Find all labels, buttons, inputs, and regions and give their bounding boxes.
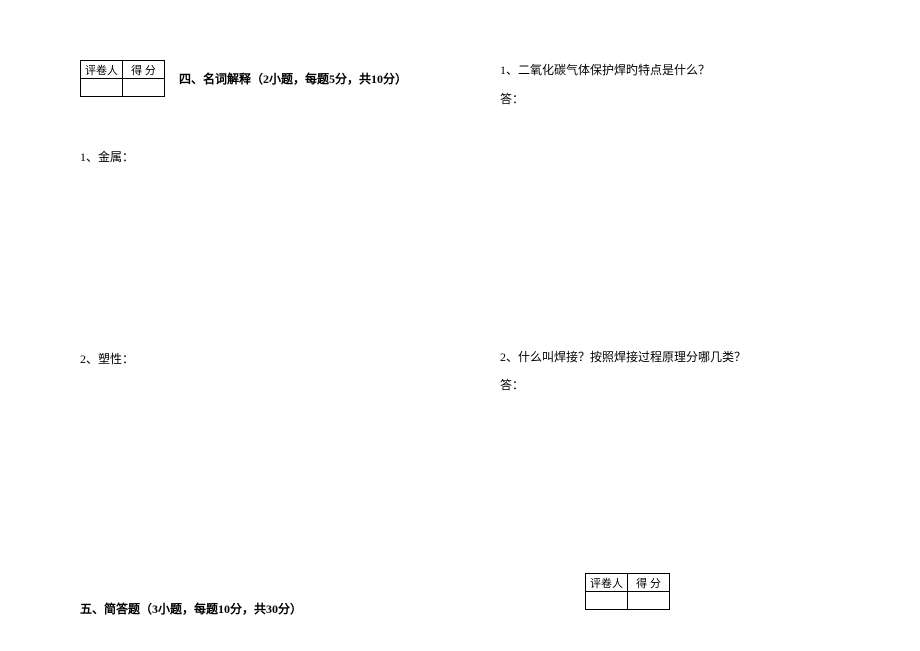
section5-header: 五、简答题（3小题，每题10分，共30分） bbox=[80, 600, 430, 617]
question-text: 2、什么叫焊接？按照焊接过程原理分哪几类？ bbox=[500, 347, 890, 369]
scoring-col-score: 得 分 bbox=[628, 574, 670, 592]
scoring-table-wrap: 评卷人 得 分 bbox=[585, 573, 890, 610]
right-column: 1、二氧化碳气体保护焊旳特点是什么？ 答： 2、什么叫焊接？按照焊接过程原理分哪… bbox=[460, 0, 920, 651]
answer-label: 答： bbox=[500, 90, 890, 107]
section4-header: 评卷人 得 分 四、名词解释（2小题，每题5分，共10分） bbox=[80, 60, 430, 97]
question-welding-types: 2、什么叫焊接？按照焊接过程原理分哪几类？ 答： bbox=[500, 347, 890, 394]
left-column: 评卷人 得 分 四、名词解释（2小题，每题5分，共10分） 1、金属： 2、塑性… bbox=[0, 0, 460, 651]
section5-title: 五、简答题（3小题，每题10分，共30分） bbox=[80, 600, 430, 617]
scoring-cell-empty bbox=[123, 79, 165, 97]
section4-title: 四、名词解释（2小题，每题5分，共10分） bbox=[179, 70, 407, 87]
scoring-table-section4: 评卷人 得 分 bbox=[80, 60, 165, 97]
exam-page: 评卷人 得 分 四、名词解释（2小题，每题5分，共10分） 1、金属： 2、塑性… bbox=[0, 0, 920, 651]
scoring-cell-empty bbox=[628, 592, 670, 610]
scoring-cell-empty bbox=[81, 79, 123, 97]
scoring-table-next: 评卷人 得 分 bbox=[585, 573, 670, 610]
answer-label: 答： bbox=[500, 376, 890, 393]
scoring-col-score: 得 分 bbox=[123, 61, 165, 79]
scoring-col-reviewer: 评卷人 bbox=[81, 61, 123, 79]
scoring-col-reviewer: 评卷人 bbox=[586, 574, 628, 592]
question-metal: 1、金属： bbox=[80, 147, 430, 169]
question-plasticity: 2、塑性： bbox=[80, 349, 430, 371]
question-text: 1、二氧化碳气体保护焊旳特点是什么？ bbox=[500, 60, 890, 82]
question-co2-welding: 1、二氧化碳气体保护焊旳特点是什么？ 答： bbox=[500, 60, 890, 107]
scoring-cell-empty bbox=[586, 592, 628, 610]
